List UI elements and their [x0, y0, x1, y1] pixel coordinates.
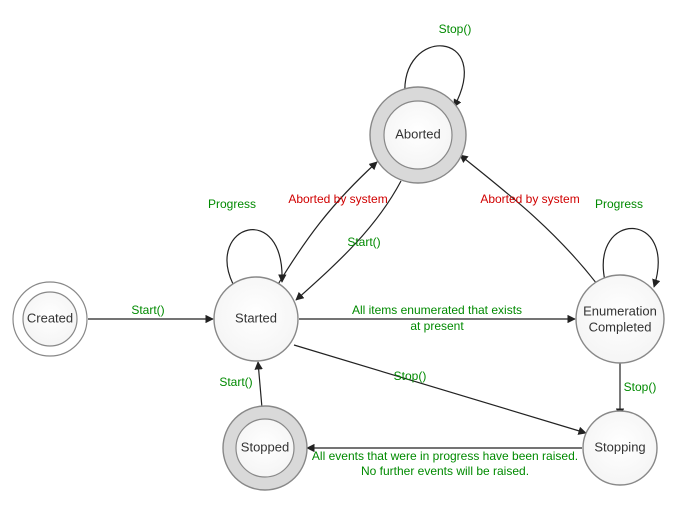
state-started-label: Started [235, 310, 277, 325]
state-enum-label-2: Completed [589, 319, 652, 334]
state-diagram: Start() Progress Aborted by system Start… [0, 0, 694, 521]
edge-stopped-started-label: Start() [219, 375, 252, 389]
edge-started-enum-label-1: All items enumerated that exists [352, 303, 522, 317]
edge-started-aborted-label: Aborted by system [288, 192, 387, 206]
state-stopping: Stopping [583, 411, 657, 485]
edge-started-enum-label-2: at present [410, 319, 464, 333]
state-created: Created [13, 282, 87, 356]
edge-aborted-stop-label: Stop() [439, 22, 472, 36]
state-enumeration-completed: Enumeration Completed [576, 275, 664, 363]
state-aborted-label: Aborted [395, 126, 441, 141]
edge-enum-progress-label: Progress [595, 197, 643, 211]
edges: Start() Progress Aborted by system Start… [88, 22, 658, 478]
edge-stopping-stopped-label-2: No further events will be raised. [361, 464, 529, 478]
edge-enum-stopping-label: Stop() [624, 380, 657, 394]
edge-stopping-stopped-label-1: All events that were in progress have be… [312, 449, 578, 463]
edge-created-started-label: Start() [131, 303, 164, 317]
nodes: Created Started Aborted Enumeration Comp… [13, 87, 664, 490]
state-enum-label-1: Enumeration [583, 303, 657, 318]
edge-started-aborted [277, 162, 377, 286]
state-stopping-label: Stopping [594, 439, 645, 454]
state-aborted: Aborted [370, 87, 466, 183]
edge-enum-aborted [460, 155, 597, 284]
edge-started-stopping [294, 345, 586, 433]
edge-enum-aborted-label: Aborted by system [480, 192, 579, 206]
edge-started-stopping-label: Stop() [394, 369, 427, 383]
edge-started-progress [227, 230, 282, 284]
edge-stopped-started [258, 362, 262, 408]
state-started: Started [214, 277, 298, 361]
state-stopped: Stopped [223, 406, 307, 490]
edge-aborted-started-label: Start() [347, 235, 380, 249]
state-stopped-label: Stopped [241, 439, 289, 454]
state-created-label: Created [27, 310, 73, 325]
edge-started-progress-label: Progress [208, 197, 256, 211]
